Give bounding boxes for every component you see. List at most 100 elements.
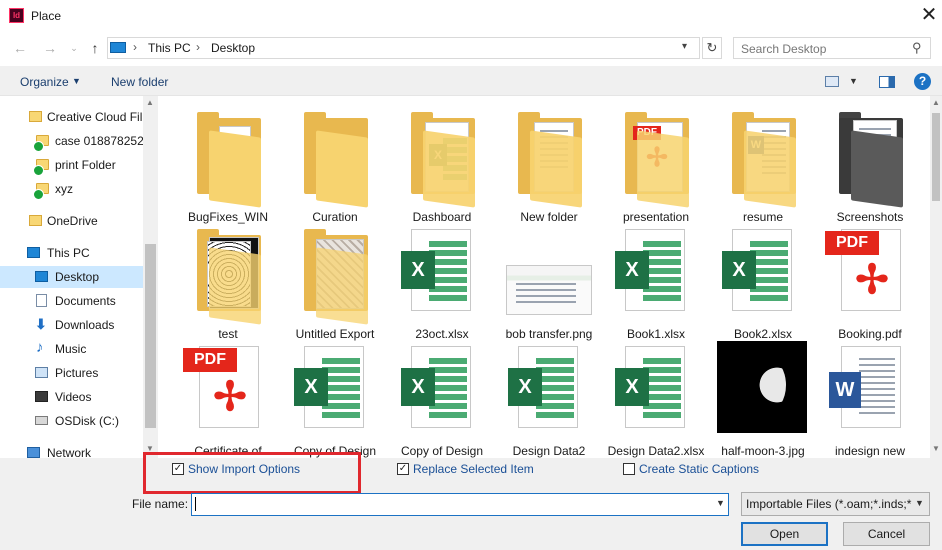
create-static-captions-checkbox[interactable] [623, 463, 635, 475]
sidebar-item-label: Music [55, 342, 87, 356]
file-list: BugFixes_WIN Curation X Dashboard New fo… [158, 96, 930, 458]
navigation-pane: Creative Cloud Fil case 0188782529 print… [0, 96, 158, 458]
creative-cloud-folder-icon [29, 111, 42, 122]
network-icon [27, 447, 40, 458]
window-title: Place [31, 9, 62, 23]
file-item-copy-of-design-2[interactable]: X Copy of Design [389, 338, 495, 458]
breadcrumb-this-pc[interactable]: This PC [148, 41, 191, 55]
sidebar-item-label: Desktop [55, 270, 100, 284]
pdf-icon: PDF [825, 231, 879, 255]
sidebar-item-network[interactable]: Network [0, 442, 143, 458]
file-item-screenshots[interactable]: Screenshots [817, 104, 923, 224]
scroll-up-icon[interactable]: ▲ [146, 98, 154, 107]
file-item-book2[interactable]: X Book2.xlsx [710, 221, 816, 341]
sidebar-item-videos[interactable]: Videos [0, 386, 143, 408]
sidebar-item-label: Pictures [55, 366, 99, 380]
sidebar-item-creative-cloud[interactable]: Creative Cloud Fil [0, 106, 143, 128]
chevron-right-icon: › [133, 40, 137, 54]
file-list-scrollbar-thumb[interactable] [932, 113, 940, 201]
sidebar-item-label: OneDrive [47, 214, 98, 228]
cancel-button[interactable]: Cancel [843, 522, 930, 546]
sidebar-item-label: This PC [47, 246, 90, 260]
chevron-down-icon[interactable]: ▼ [915, 498, 924, 508]
sidebar-item-documents[interactable]: Documents [0, 290, 143, 312]
sidebar-scrollbar-thumb[interactable] [145, 244, 156, 428]
arrow-right-icon[interactable]: → [40, 38, 60, 58]
scroll-up-icon[interactable]: ▲ [932, 98, 940, 107]
sidebar-item-label: Documents [55, 294, 116, 308]
desktop-icon [35, 271, 48, 282]
sidebar-item-downloads[interactable]: ⬇ Downloads [0, 314, 143, 336]
excel-icon: X [722, 251, 756, 289]
replace-selected-item-checkbox[interactable]: ✓ [397, 463, 409, 475]
chevron-down-icon[interactable]: ▼ [716, 498, 725, 508]
refresh-icon[interactable]: ↻ [702, 37, 722, 59]
excel-icon: X [615, 251, 649, 289]
excel-icon: X [401, 251, 435, 289]
file-item-23oct[interactable]: X 23oct.xlsx [389, 221, 495, 341]
preview-pane-icon[interactable] [879, 76, 895, 88]
new-folder-button[interactable]: New folder [111, 75, 168, 89]
chevron-down-icon[interactable]: ▼ [849, 76, 858, 86]
open-button[interactable]: Open [741, 522, 828, 546]
documents-icon [36, 294, 47, 307]
excel-icon: X [508, 368, 542, 406]
sync-check-icon [33, 141, 44, 152]
breadcrumb-desktop[interactable]: Desktop [211, 41, 255, 55]
file-item-dashboard[interactable]: X Dashboard [389, 104, 495, 224]
disk-icon [35, 416, 48, 425]
sidebar-item-label: xyz [55, 182, 73, 196]
arrow-up-icon[interactable]: ↑ [85, 38, 105, 58]
title-bar [0, 0, 942, 32]
file-item-indesign-new[interactable]: W indesign new [817, 338, 923, 458]
sidebar-item-desktop[interactable]: Desktop [0, 266, 143, 288]
file-item-presentation[interactable]: PDF ✢ presentation [603, 104, 709, 224]
sidebar-item-xyz[interactable]: xyz [0, 178, 143, 200]
sidebar-item-osdisk[interactable]: OSDisk (C:) [0, 410, 143, 432]
sidebar-item-case[interactable]: case 0188782529 [0, 130, 150, 152]
chevron-down-icon: ▼ [72, 76, 81, 86]
file-item-test[interactable]: test [175, 221, 281, 341]
moon-icon [750, 358, 786, 412]
sidebar-item-print-folder[interactable]: print Folder [0, 154, 143, 176]
file-item-design-data2-xlsx[interactable]: X Design Data2.xlsx [603, 338, 709, 458]
sidebar-item-pictures[interactable]: Pictures [0, 362, 143, 384]
sidebar-item-label: OSDisk (C:) [55, 414, 119, 428]
file-item-new-folder[interactable]: New folder [496, 104, 602, 224]
highlight-annotation [143, 452, 361, 494]
sidebar-item-music[interactable]: ♪ Music [0, 338, 143, 360]
file-item-book1[interactable]: X Book1.xlsx [603, 221, 709, 341]
file-item-design-data2[interactable]: X Design Data2 [496, 338, 602, 458]
file-name-input[interactable] [191, 493, 729, 516]
file-item-curation[interactable]: Curation [282, 104, 388, 224]
change-view-icon[interactable] [825, 76, 839, 87]
computer-icon [27, 247, 40, 258]
sidebar-item-onedrive[interactable]: OneDrive [0, 210, 143, 232]
file-item-copy-of-design-1[interactable]: X Copy of Design [282, 338, 388, 458]
organize-button[interactable]: Organize [20, 75, 69, 89]
replace-selected-item-label[interactable]: Replace Selected Item [413, 462, 534, 476]
file-item-resume[interactable]: W resume [710, 104, 816, 224]
downloads-icon: ⬇ [35, 316, 47, 332]
file-item-bob-transfer[interactable]: bob transfer.png [496, 221, 602, 341]
sidebar-item-label: Downloads [55, 318, 115, 332]
scroll-down-icon[interactable]: ▼ [932, 444, 940, 453]
sidebar-item-label: case 0188782529 [55, 134, 151, 148]
create-static-captions-label[interactable]: Create Static Captions [639, 462, 759, 476]
close-icon[interactable]: ✕ [918, 4, 940, 26]
file-item-booking[interactable]: PDF ✢ Booking.pdf [817, 221, 923, 341]
sidebar-item-this-pc[interactable]: This PC [0, 242, 143, 264]
excel-icon: X [615, 368, 649, 406]
help-icon[interactable]: ? [914, 73, 931, 90]
file-item-half-moon[interactable]: half-moon-3.jpg [710, 338, 816, 458]
text-caret [195, 497, 196, 511]
file-item-certificate[interactable]: PDF ✢ Certificate of [175, 338, 281, 458]
sidebar-item-label: Creative Cloud Fil [47, 110, 143, 124]
file-item-bugfixes[interactable]: BugFixes_WIN [175, 104, 281, 224]
chevron-down-icon[interactable]: ▾ [682, 41, 687, 52]
chevron-down-icon[interactable]: ⌄ [64, 38, 84, 58]
search-placeholder: Search Desktop [741, 42, 827, 56]
file-item-untitled-export[interactable]: Untitled Export [282, 221, 388, 341]
arrow-left-icon[interactable]: ← [10, 38, 30, 58]
computer-icon [110, 42, 126, 53]
